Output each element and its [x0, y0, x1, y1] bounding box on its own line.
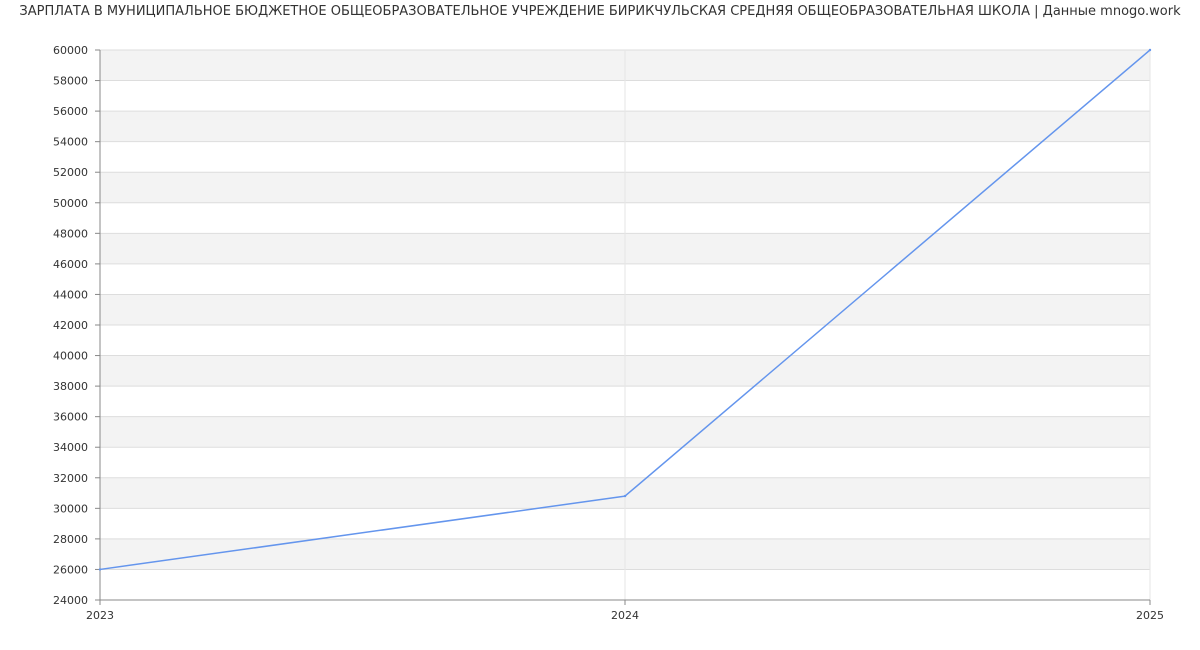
y-tick-label: 56000	[53, 105, 88, 118]
y-tick-label: 50000	[53, 197, 88, 210]
data-point	[98, 568, 102, 571]
data-point	[623, 494, 627, 498]
y-tick-label: 26000	[53, 563, 88, 576]
y-tick-label: 52000	[53, 166, 88, 179]
y-tick-label: 48000	[53, 227, 88, 240]
y-tick-labels: 24000 26000 28000 30000 32000 34000 36000 38000…	[53, 44, 88, 607]
y-tick-label: 24000	[53, 594, 88, 607]
y-tick-label: 30000	[53, 502, 88, 515]
y-tick-label: 46000	[53, 258, 88, 271]
y-tick-label: 34000	[53, 441, 88, 454]
y-tick-label: 36000	[53, 411, 88, 424]
x-tick-label: 2025	[1136, 609, 1164, 622]
line-chart: 24000 26000 28000 30000 32000 34000 36000 38000…	[53, 44, 1164, 622]
data-point	[1148, 48, 1152, 52]
y-tick-label: 42000	[53, 319, 88, 332]
y-tick-label: 58000	[53, 75, 88, 88]
x-tick-label: 2024	[611, 609, 639, 622]
y-tick-label: 54000	[53, 136, 88, 149]
y-tick-label: 32000	[53, 472, 88, 485]
y-tick-label: 60000	[53, 44, 88, 57]
y-tick-label: 44000	[53, 288, 88, 301]
y-tick-label: 28000	[53, 533, 88, 546]
x-tick-labels: 2023 2024 2025	[86, 609, 1164, 622]
x-tick-label: 2023	[86, 609, 114, 622]
y-tick-label: 40000	[53, 350, 88, 363]
y-tick-label: 38000	[53, 380, 88, 393]
